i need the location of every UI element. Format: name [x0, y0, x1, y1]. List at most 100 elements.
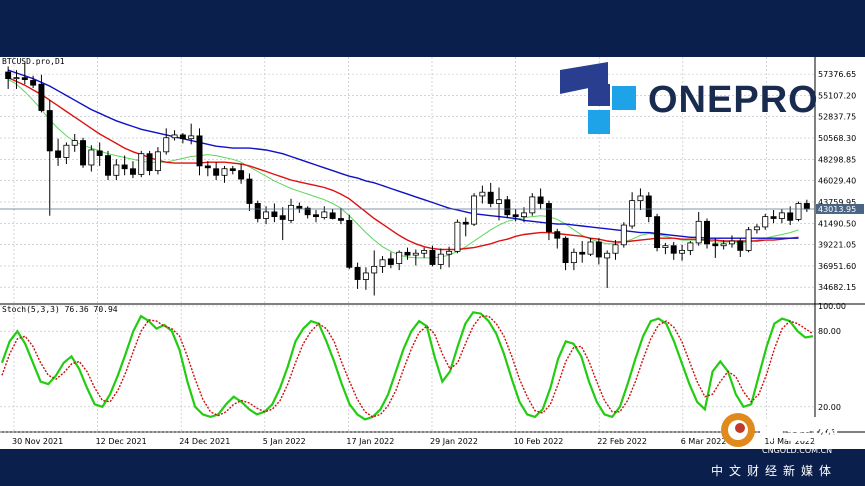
candle: [221, 165, 228, 183]
onepro-logo-mark-icon: [560, 62, 636, 134]
price-tick-label: 52837.75: [818, 113, 856, 122]
candle: [579, 241, 586, 263]
symbol-label: BTCUSD.pro,D1: [2, 57, 65, 66]
candle-body: [179, 134, 186, 140]
candle: [645, 192, 652, 223]
candle-body: [704, 220, 710, 245]
candle-body: [720, 243, 727, 247]
candle: [329, 209, 336, 220]
candle-body: [778, 212, 785, 219]
candle-body: [263, 211, 270, 219]
candle-body: [129, 168, 136, 175]
price-tick-label: 46029.40: [818, 177, 856, 186]
candle-body: [121, 164, 128, 170]
candle-body: [71, 140, 78, 146]
candle-body: [446, 250, 453, 255]
price-tick-label: 41490.50: [818, 219, 856, 228]
candle: [105, 150, 111, 180]
time-tick-label: 29 Jan 2022: [430, 437, 478, 446]
candle: [537, 188, 544, 210]
candle: [762, 213, 769, 230]
candle: [471, 193, 478, 227]
candle: [196, 128, 203, 176]
candle-body: [296, 205, 303, 209]
candle-body: [21, 77, 28, 80]
candle-body: [570, 251, 577, 264]
candle: [687, 241, 694, 256]
cngold-logo-icon: [721, 413, 755, 447]
candle-body: [529, 196, 536, 214]
candle-body: [471, 195, 478, 225]
stoch-tick-label: 100.00: [818, 302, 846, 311]
candle-body: [163, 137, 170, 153]
candle-body: [479, 191, 486, 197]
time-tick-label: 5 Jan 2022: [263, 437, 306, 446]
candle: [55, 138, 62, 166]
candle: [154, 147, 161, 175]
candle-body: [146, 153, 153, 172]
candle-body: [271, 211, 278, 218]
candle-body: [512, 214, 519, 218]
candle-body: [138, 153, 145, 175]
candle-body: [562, 237, 569, 264]
candle-body: [728, 240, 735, 245]
candle-body: [221, 168, 228, 176]
candle: [163, 128, 170, 155]
candle-body: [429, 250, 436, 265]
candle-body: [654, 216, 661, 249]
stoch-indicator-label: Stoch(5,3,3) 76.36 70.94: [2, 305, 118, 314]
candle-body: [404, 251, 411, 256]
candle-body: [13, 77, 20, 80]
candle-body: [254, 203, 261, 219]
candle: [587, 238, 594, 257]
candle: [146, 150, 153, 176]
candle-body: [803, 203, 810, 210]
candle: [138, 150, 145, 178]
candle: [288, 198, 295, 224]
candle-body: [105, 155, 111, 176]
candle-body: [171, 134, 178, 139]
candle: [595, 238, 602, 265]
candle: [670, 241, 677, 260]
candle-body: [637, 195, 644, 202]
time-tick-label: 12 Dec 2021: [96, 437, 147, 446]
candle: [803, 199, 810, 212]
candle: [46, 100, 53, 216]
candle: [346, 214, 353, 270]
candle: [462, 217, 469, 237]
candle: [704, 218, 710, 249]
candle-body: [595, 241, 602, 258]
candle-body: [712, 243, 719, 247]
candle: [737, 238, 744, 257]
candle-body: [38, 83, 45, 111]
candle-body: [795, 203, 802, 220]
candle-body: [396, 251, 403, 264]
candle: [712, 238, 719, 258]
candle-body: [371, 265, 378, 274]
candle: [321, 206, 328, 220]
candle: [38, 74, 45, 113]
candle: [238, 164, 245, 184]
candle-body: [612, 244, 619, 254]
candle: [71, 133, 78, 152]
watermark-url: CNGOLD.COM.CN: [762, 446, 833, 455]
candle-body: [204, 165, 211, 169]
price-tick-label: 57376.65: [818, 70, 856, 79]
candle: [254, 200, 261, 223]
candle-body: [30, 80, 37, 86]
candle: [80, 137, 87, 168]
candle-body: [346, 219, 353, 268]
candle-body: [487, 191, 494, 204]
price-tick-label: 34682.15: [818, 283, 856, 292]
candle-body: [579, 251, 586, 255]
candle: [545, 200, 552, 241]
candle-body: [437, 253, 444, 265]
candle-body: [620, 224, 627, 246]
candle: [529, 193, 536, 216]
candle-body: [337, 218, 344, 221]
candle-body: [354, 266, 361, 280]
time-tick-label: 10 Feb 2022: [514, 437, 564, 446]
candle: [396, 250, 403, 271]
candle-body: [196, 135, 203, 167]
candle-body: [770, 216, 777, 219]
